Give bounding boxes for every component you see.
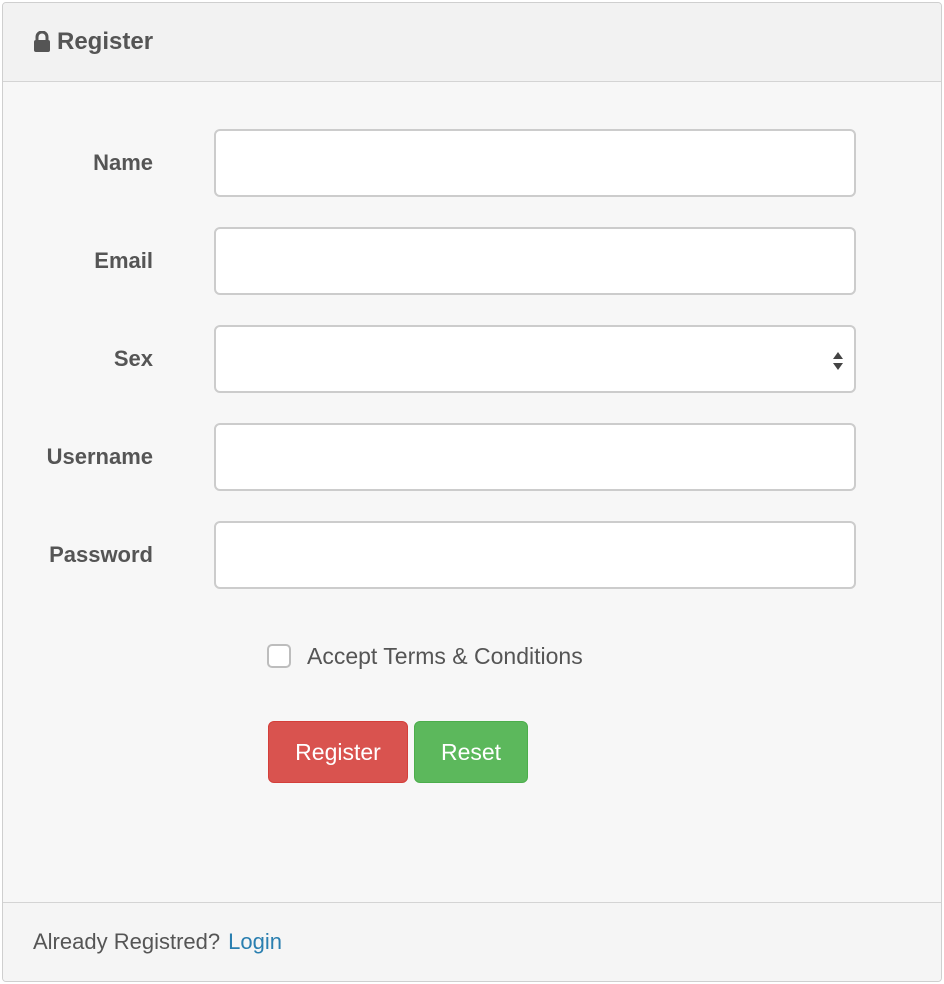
name-input[interactable] (214, 129, 856, 197)
panel-title: Register (33, 28, 153, 56)
register-panel: Register Name Email Sex Username Passwor… (2, 2, 942, 982)
username-row: Username (3, 423, 941, 491)
panel-footer: Already Registred? Login (3, 902, 941, 981)
sex-select[interactable] (214, 325, 856, 393)
panel-title-text: Register (57, 28, 154, 55)
password-input[interactable] (214, 521, 856, 589)
email-row: Email (3, 227, 941, 295)
panel-body: Name Email Sex Username Password Accept … (3, 83, 941, 901)
username-input[interactable] (214, 423, 856, 491)
terms-label[interactable]: Accept Terms & Conditions (307, 643, 583, 670)
register-button[interactable]: Register (268, 721, 408, 783)
password-label: Password (49, 542, 153, 567)
footer-text: Already Registred? (33, 929, 221, 954)
name-label: Name (93, 150, 153, 175)
terms-row: Accept Terms & Conditions (267, 641, 583, 671)
terms-checkbox[interactable] (267, 644, 291, 668)
reset-button[interactable]: Reset (414, 721, 528, 783)
lock-icon (33, 30, 51, 53)
password-row: Password (3, 521, 941, 589)
panel-heading: Register (3, 3, 941, 82)
name-row: Name (3, 129, 941, 197)
username-label: Username (46, 444, 153, 469)
login-link[interactable]: Login (228, 929, 282, 955)
sex-row: Sex (3, 325, 941, 393)
select-arrows-icon (832, 349, 844, 373)
sex-label: Sex (113, 346, 153, 371)
email-label: Email (94, 248, 153, 273)
email-input[interactable] (214, 227, 856, 295)
